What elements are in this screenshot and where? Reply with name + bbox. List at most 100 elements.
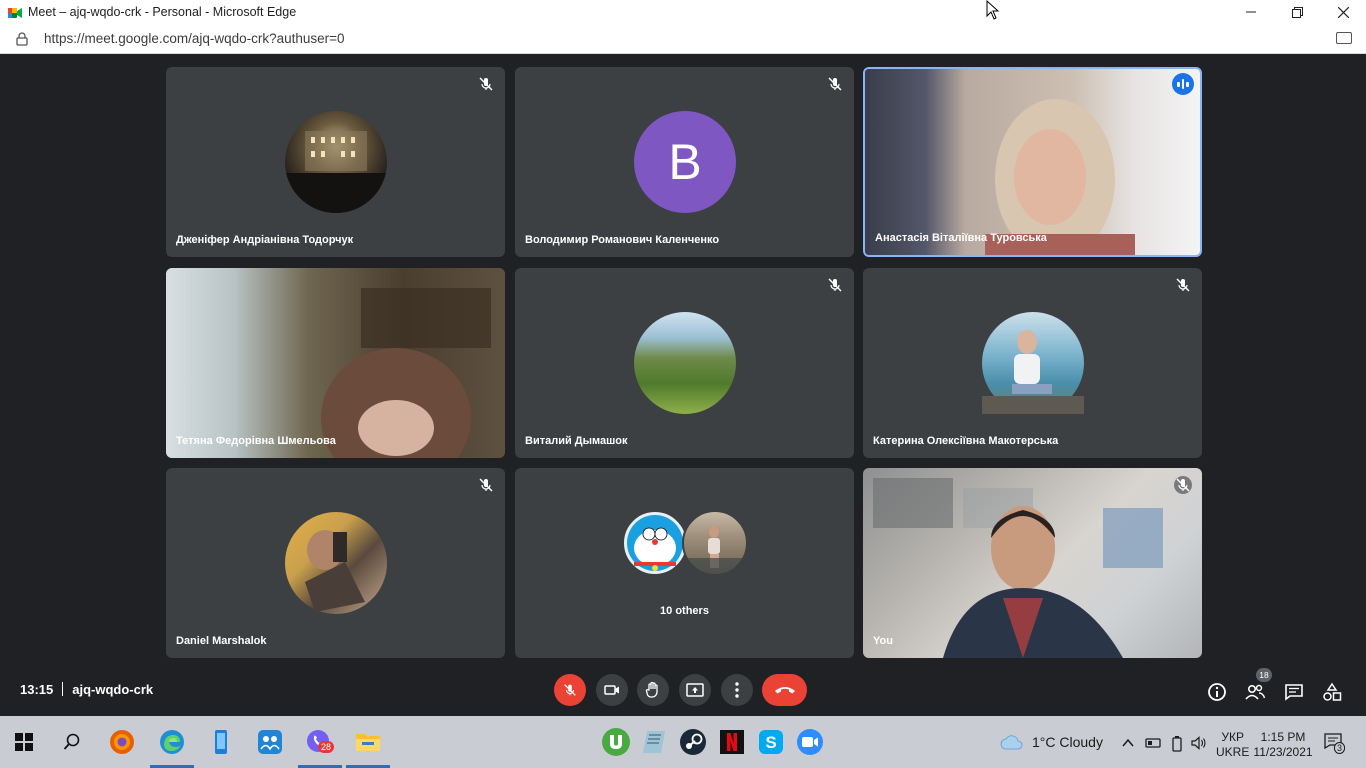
present-screen-button[interactable] (679, 674, 711, 706)
cast-icon[interactable] (1336, 32, 1352, 44)
zoom-icon[interactable] (794, 726, 826, 758)
cloud-icon (1000, 735, 1023, 750)
participant-video (166, 268, 505, 458)
meeting-code: ajq-wqdo-crk (72, 682, 154, 697)
participant-avatar (285, 512, 387, 614)
google-meet-icon (8, 6, 22, 18)
phone-app-icon[interactable] (205, 726, 237, 758)
battery-icon[interactable] (1171, 736, 1183, 752)
participant-name: Володимир Романович Каленченко (525, 234, 720, 246)
people-count-badge: 18 (1256, 668, 1272, 682)
meeting-controls: 13:15 ajq-wqdo-crk 18 (0, 662, 1366, 716)
participant-avatar (634, 312, 736, 414)
mic-off-icon (477, 476, 495, 494)
weather-widget[interactable]: 1°C Cloudy (1000, 734, 1103, 750)
participant-video (865, 69, 1200, 255)
mic-off-icon (1174, 276, 1192, 294)
clock-time: 1:15 PM (1260, 730, 1306, 744)
participant-tile[interactable]: Катерина Олексіївна Макотерська (863, 268, 1202, 458)
clock-date: 11/23/2021 (1253, 745, 1313, 759)
notification-count: 3 (1334, 742, 1346, 754)
participant-tile[interactable]: Daniel Marshalok (166, 468, 505, 658)
participant-name: Катерина Олексіївна Макотерська (873, 435, 1059, 447)
speaking-indicator-icon (1172, 73, 1194, 95)
mic-off-icon (1174, 476, 1192, 494)
raise-hand-button[interactable] (637, 674, 669, 706)
mic-toggle-button[interactable] (554, 674, 586, 706)
participant-tile[interactable]: Дженіфер Андріанівна Тодорчук (166, 67, 505, 257)
mic-off-icon (564, 684, 576, 696)
camera-toggle-button[interactable] (596, 674, 628, 706)
notifications-icon[interactable]: 3 (1324, 733, 1346, 754)
search-icon[interactable] (56, 726, 88, 758)
keyboard-language[interactable]: УКР UKRE (1216, 730, 1249, 760)
camera-icon (604, 685, 619, 695)
svg-text:S: S (765, 733, 776, 752)
participant-name: Дженіфер Андріанівна Тодорчук (176, 234, 354, 246)
weather-text: 1°C Cloudy (1032, 734, 1103, 750)
present-icon (686, 683, 704, 697)
chevron-up-icon[interactable] (1121, 736, 1135, 750)
avatar-initial: B (668, 134, 702, 190)
url-text[interactable]: https://meet.google.com/ajq-wqdo-crk?aut… (44, 31, 345, 46)
notepad-app-icon[interactable] (638, 726, 670, 758)
lock-icon[interactable] (16, 31, 28, 46)
participant-name: Виталий Дымашок (525, 435, 628, 447)
viber-badge: 28 (318, 741, 335, 753)
meeting-info: 13:15 ajq-wqdo-crk (20, 682, 153, 697)
participant-tile-speaking[interactable]: Анастасія Віталіївна Туровська (863, 67, 1202, 257)
phone-hangup-icon (774, 687, 795, 694)
meeting-area: Дженіфер Андріанівна Тодорчук B Володими… (0, 54, 1366, 716)
participant-name: Тетяна Федорівна Шмельова (176, 435, 336, 447)
participant-tile[interactable]: B Володимир Романович Каленченко (515, 67, 854, 257)
windows-taskbar: 28 S 1°C Cloudy УКР UKRE 1:15 PM 11/23/2… (0, 716, 1366, 768)
skype-icon[interactable]: S (755, 726, 787, 758)
window-title: Meet – ajq-wqdo-crk - Personal - Microso… (28, 5, 297, 19)
steam-icon[interactable] (677, 726, 709, 758)
participant-avatar (982, 312, 1084, 414)
utorrent-icon[interactable] (600, 726, 632, 758)
others-avatar (682, 510, 748, 576)
file-explorer-icon[interactable] (352, 726, 384, 758)
participant-tile[interactable]: Тетяна Федорівна Шмельова (166, 268, 505, 458)
meeting-time: 13:15 (20, 682, 54, 697)
windows-start-icon[interactable] (8, 726, 40, 758)
chat-icon (1285, 684, 1303, 701)
others-avatar (622, 510, 688, 576)
activities-icon (1323, 682, 1342, 701)
hand-icon (645, 681, 658, 698)
leave-call-button[interactable] (762, 674, 807, 706)
close-button[interactable] (1320, 0, 1366, 24)
self-video (863, 468, 1202, 658)
edge-icon[interactable] (156, 726, 188, 758)
chat-button[interactable] (1282, 680, 1306, 704)
keyboard-layout: UKRE (1216, 745, 1250, 759)
viber-icon[interactable]: 28 (303, 726, 335, 758)
participant-name: You (873, 635, 893, 647)
participant-avatar (285, 111, 387, 213)
taskbar-clock[interactable]: 1:15 PM 11/23/2021 (1250, 730, 1316, 760)
address-bar: https://meet.google.com/ajq-wqdo-crk?aut… (0, 24, 1366, 54)
others-count: 10 others (660, 605, 709, 617)
people-app-icon[interactable] (254, 726, 286, 758)
volume-icon[interactable] (1191, 736, 1207, 750)
people-button[interactable] (1243, 680, 1267, 704)
restore-button[interactable] (1274, 0, 1320, 24)
participant-tile[interactable]: Виталий Дымашок (515, 268, 854, 458)
netflix-icon[interactable] (716, 726, 748, 758)
participant-name: Daniel Marshalok (176, 635, 267, 647)
self-tile[interactable]: You (863, 468, 1202, 658)
firefox-icon[interactable] (106, 726, 138, 758)
more-options-button[interactable] (721, 674, 753, 706)
network-icon[interactable] (1145, 736, 1161, 750)
minimize-button[interactable] (1228, 0, 1274, 24)
activities-button[interactable] (1320, 680, 1344, 704)
participant-name: Анастасія Віталіївна Туровська (875, 232, 1047, 244)
meeting-details-button[interactable] (1205, 680, 1229, 704)
mic-off-icon (826, 75, 844, 93)
people-icon (1245, 684, 1266, 700)
info-icon (1208, 683, 1226, 701)
others-tile[interactable]: 10 others (515, 468, 854, 658)
participant-avatar: B (634, 111, 736, 213)
mic-off-icon (477, 75, 495, 93)
